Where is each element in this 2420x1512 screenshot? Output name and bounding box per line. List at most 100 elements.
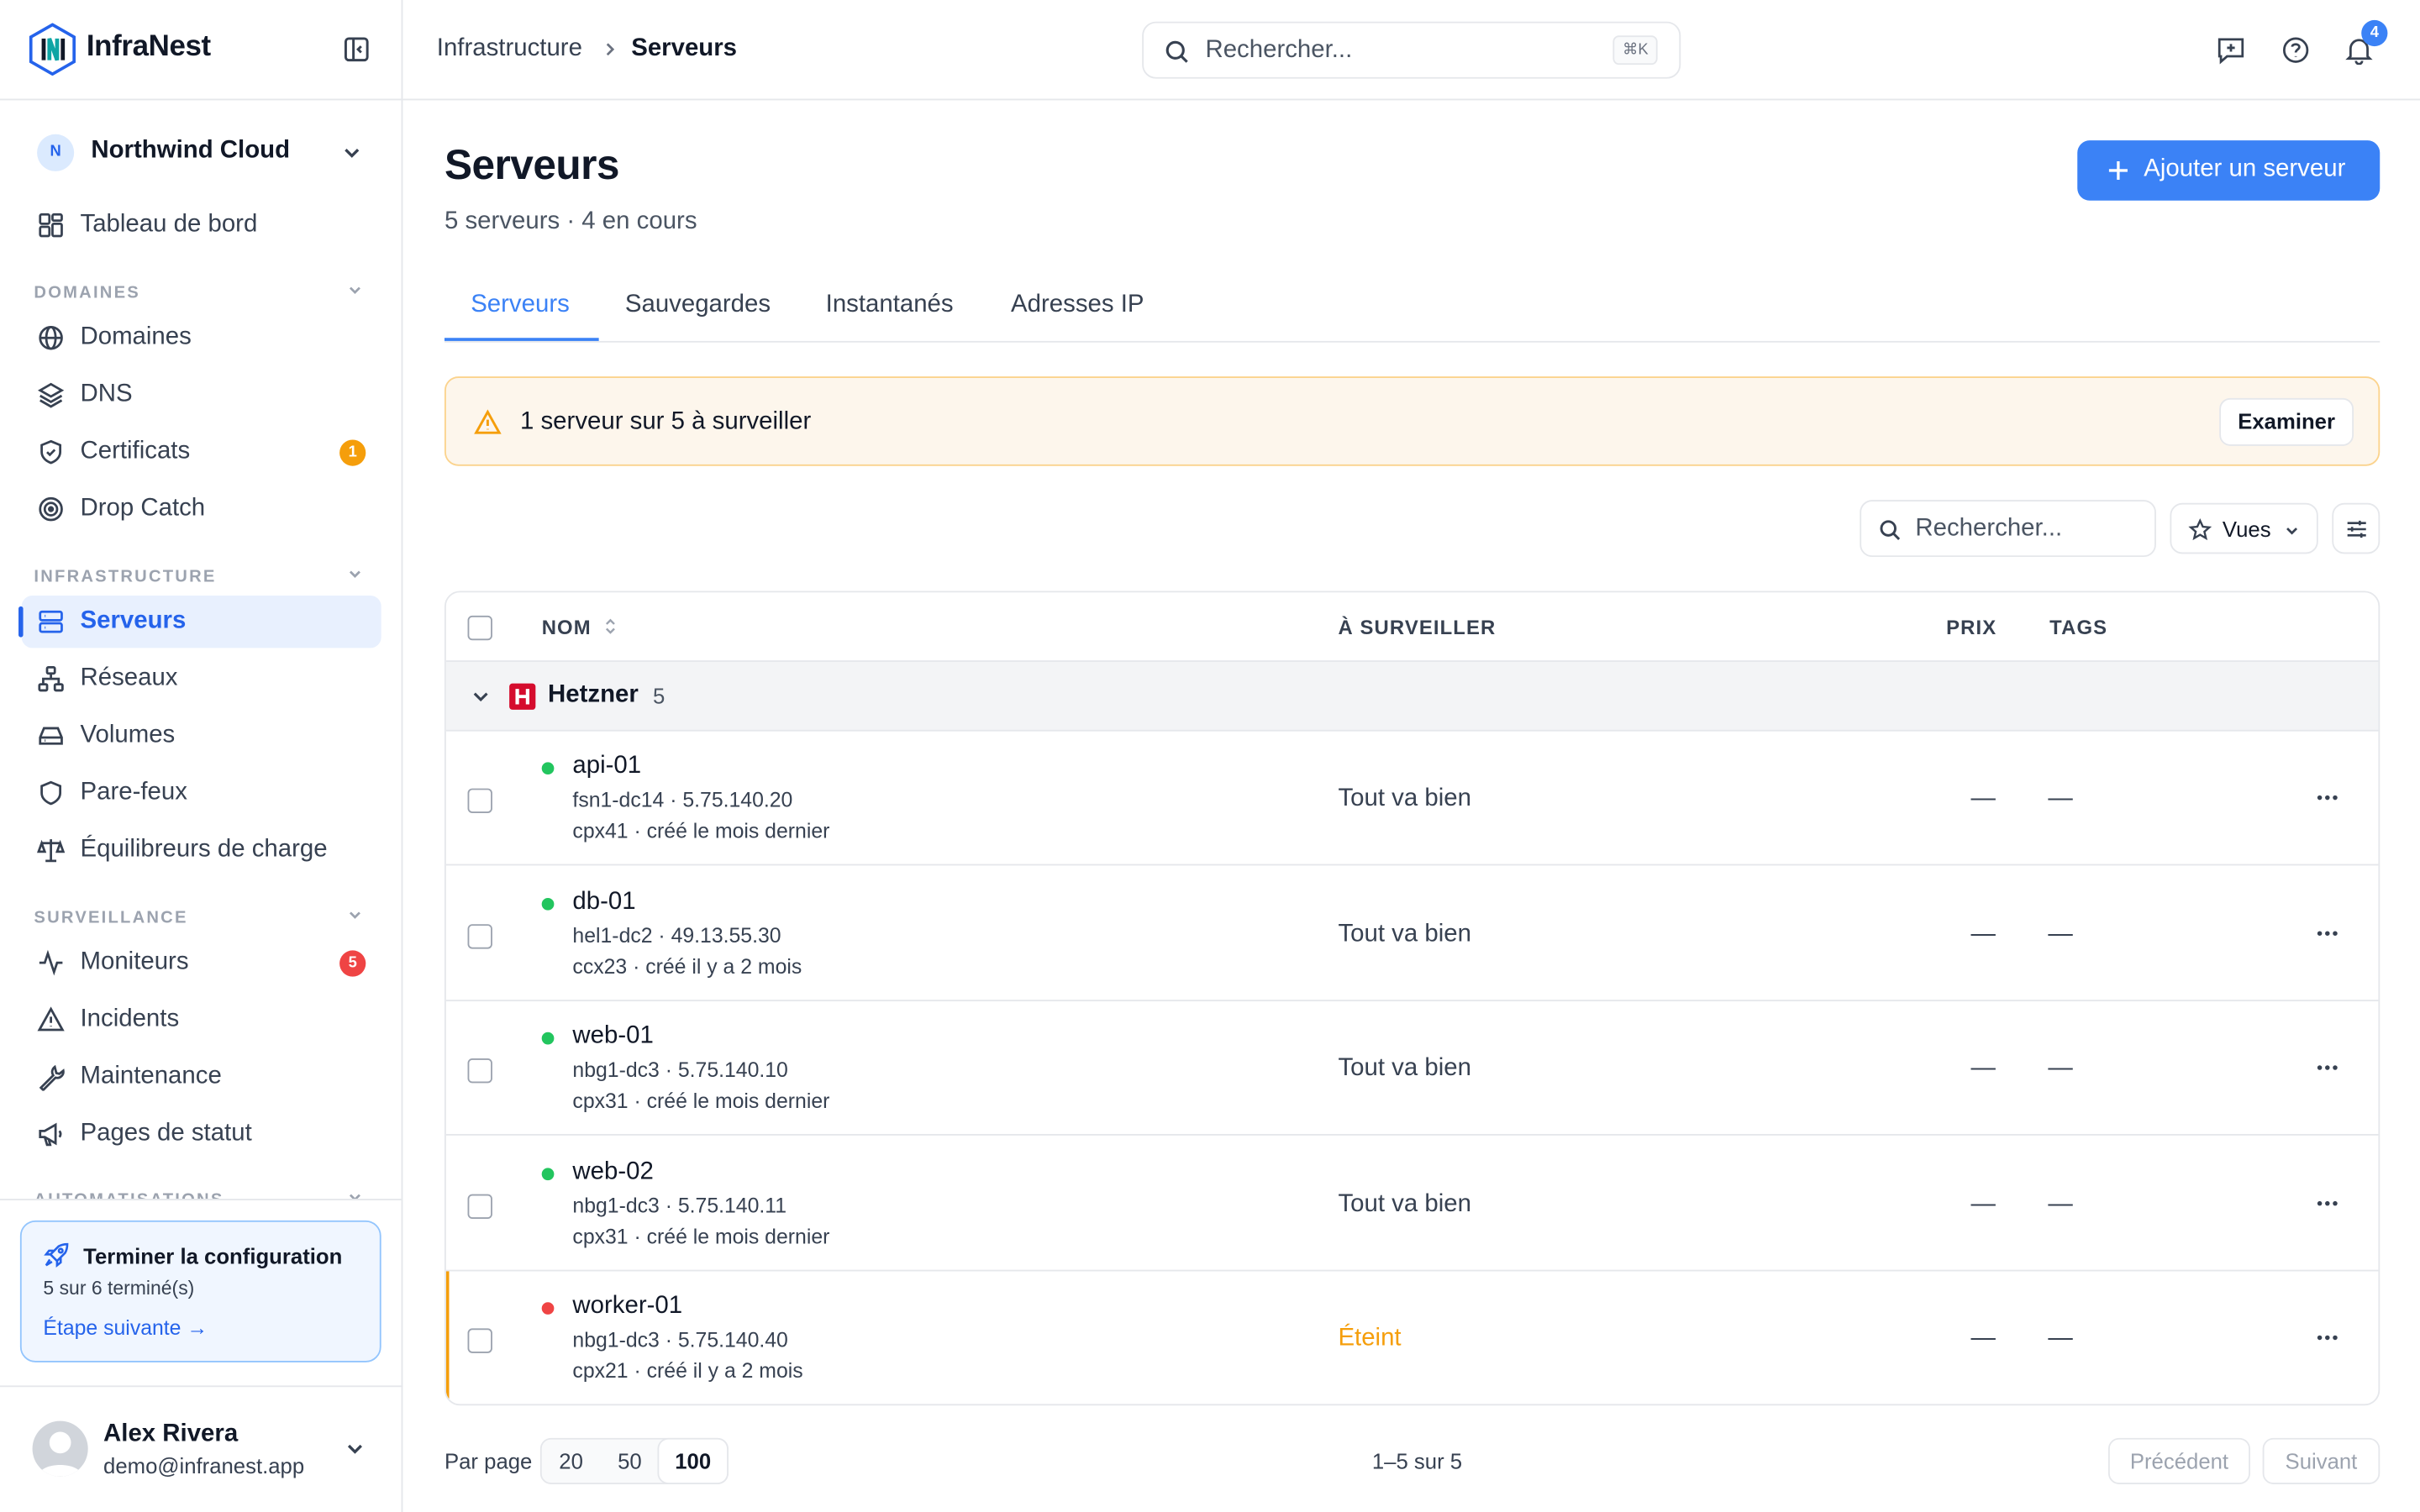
row-checkbox[interactable] [467, 1328, 492, 1353]
row-checkbox[interactable] [467, 923, 492, 948]
sidebar-item-domains[interactable]: Domaines [22, 312, 381, 364]
more-actions-icon[interactable] [2315, 785, 2339, 810]
table-row[interactable]: db-01 hel1-dc2 · 49.13.55.30 ccx23 · créé … [445, 866, 2379, 1001]
setup-title: Terminer la configuration [83, 1243, 343, 1268]
setup-progress: 5 sur 6 terminé(s) [43, 1277, 195, 1299]
sidebar-item-dashboard[interactable]: Tableau de bord [22, 199, 381, 251]
server-location: nbg1-dc3 · 5.75.140.11 [572, 1193, 787, 1217]
sidebar-divider [0, 1199, 402, 1200]
more-actions-icon[interactable] [2315, 1326, 2339, 1350]
section-infrastructure[interactable]: INFRASTRUCTURE [34, 562, 370, 586]
table-header: NOM À SURVEILLER PRIX TAGS [445, 592, 2379, 662]
chevron-down-icon [349, 911, 360, 919]
sidebar-item-dns[interactable]: DNS [22, 369, 381, 421]
scale-icon [37, 839, 66, 863]
per-page-option-50[interactable]: 50 [600, 1440, 659, 1483]
review-button[interactable]: Examiner [2219, 397, 2354, 446]
server-name[interactable]: web-02 [572, 1158, 653, 1185]
server-name[interactable]: worker-01 [572, 1293, 682, 1320]
sidebar-item-status-pages[interactable]: Pages de statut [22, 1108, 381, 1160]
section-domains[interactable]: DOMAINES [34, 278, 370, 302]
chevron-down-icon [473, 692, 488, 702]
shield-icon [40, 780, 62, 806]
warning-banner: 1 serveur sur 5 à surveiller Examiner [444, 376, 2381, 466]
table-row[interactable]: api-01 fsn1-dc14 · 5.75.140.20 cpx41 · cré… [445, 732, 2379, 866]
per-page-option-20[interactable]: 20 [542, 1440, 601, 1483]
tab-backups[interactable]: Sauvegardes [625, 291, 771, 319]
tab-ip-addresses[interactable]: Adresses IP [1011, 291, 1144, 319]
infranest-logo-icon [29, 23, 76, 76]
setup-next-link[interactable]: Étape suivante → [43, 1316, 208, 1340]
sidebar-item-label: Volumes [80, 722, 176, 748]
sidebar-item-maintenance[interactable]: Maintenance [22, 1051, 381, 1103]
network-icon [38, 666, 64, 692]
server-location: nbg1-dc3 · 5.75.140.10 [572, 1058, 788, 1082]
group-name: Hetzner [548, 681, 639, 709]
table-row[interactable]: web-01 nbg1-dc3 · 5.75.140.10 cpx31 · créé… [445, 1001, 2379, 1136]
sidebar-item-firewalls[interactable]: Pare-feux [22, 767, 381, 819]
table-row[interactable]: web-02 nbg1-dc3 · 5.75.140.11 cpx31 · créé… [445, 1137, 2379, 1271]
sidebar-item-incidents[interactable]: Incidents [22, 994, 381, 1046]
more-actions-icon[interactable] [2315, 921, 2339, 945]
server-price: — [1970, 920, 1996, 947]
sidebar-item-label: Pare-feux [80, 779, 187, 806]
sidebar-item-label: Équilibreurs de charge [80, 836, 328, 863]
sort-icon[interactable] [602, 617, 618, 636]
tab-servers[interactable]: Serveurs [471, 291, 570, 319]
row-checkbox[interactable] [467, 788, 492, 813]
server-location: hel1-dc2 · 49.13.55.30 [572, 923, 781, 947]
pagination-range: 1–5 sur 5 [1371, 1448, 1463, 1474]
previous-page-button[interactable]: Précédent [2107, 1437, 2250, 1484]
global-search-input[interactable]: Rechercher... ⌘K [1142, 21, 1681, 79]
next-page-button[interactable]: Suivant [2262, 1437, 2381, 1484]
per-page-option-100[interactable]: 100 [659, 1439, 728, 1483]
group-row-hetzner[interactable]: Hetzner 5 [445, 661, 2379, 732]
add-server-button[interactable]: Ajouter un serveur [2077, 140, 2381, 201]
add-server-label: Ajouter un serveur [2144, 155, 2346, 182]
server-name[interactable]: web-01 [572, 1023, 653, 1051]
sidebar-item-load-balancers[interactable]: Équilibreurs de charge [22, 824, 381, 876]
select-all-checkbox[interactable] [467, 615, 492, 641]
app: InfraNest N Northwind Cloud Tableau de b… [0, 0, 2420, 1512]
sidebar-item-certificates[interactable]: Certificats 1 [22, 426, 381, 478]
user-menu[interactable]: Alex Rivera demo@infranest.app [0, 1385, 403, 1512]
feedback-icon[interactable] [2217, 35, 2246, 65]
server-watch-status: Tout va bien [1338, 1190, 1471, 1217]
sidebar-item-networks[interactable]: Réseaux [22, 653, 381, 705]
column-name[interactable]: NOM [542, 616, 592, 639]
table-row[interactable]: worker-01 nbg1-dc3 · 5.75.140.40 cpx21 · c… [445, 1271, 2379, 1404]
row-checkbox[interactable] [467, 1193, 492, 1219]
sidebar-item-servers[interactable]: Serveurs [18, 595, 381, 648]
tab-snapshots[interactable]: Instantanés [826, 291, 954, 319]
sidebar-item-label: Réseaux [80, 664, 178, 691]
layers-icon [37, 382, 65, 408]
row-checkbox[interactable] [467, 1058, 492, 1084]
server-meta: ccx23 · créé il y a 2 mois [572, 954, 802, 978]
alert-triangle-icon [37, 1006, 65, 1032]
active-tab-indicator [444, 338, 599, 341]
section-monitoring[interactable]: SURVEILLANCE [34, 902, 370, 927]
monitors-badge: 5 [339, 950, 366, 977]
server-watch-status: Éteint [1338, 1325, 1402, 1352]
server-name[interactable]: db-01 [572, 888, 635, 916]
breadcrumb-parent[interactable]: Infrastructure [437, 35, 582, 63]
server-tags: — [2048, 920, 2073, 947]
org-switcher[interactable]: N Northwind Cloud [22, 123, 381, 182]
sidebar-item-monitors[interactable]: Moniteurs 5 [22, 937, 381, 989]
sidebar-item-volumes[interactable]: Volumes [22, 710, 381, 762]
column-settings-button[interactable] [2332, 502, 2381, 554]
status-dot [541, 1302, 555, 1315]
hetzner-logo-icon [509, 683, 536, 710]
section-automation[interactable]: AUTOMATISATIONS [34, 1185, 370, 1200]
table-search-input[interactable]: Rechercher... [1860, 500, 2156, 558]
views-dropdown[interactable]: Vues [2170, 502, 2318, 554]
help-icon[interactable] [2281, 35, 2311, 65]
section-title: AUTOMATISATIONS [34, 1191, 224, 1199]
more-actions-icon[interactable] [2315, 1055, 2339, 1079]
sidebar-item-drop-catch[interactable]: Drop Catch [22, 483, 381, 535]
more-actions-icon[interactable] [2315, 1190, 2339, 1215]
collapse-sidebar-icon[interactable] [343, 35, 371, 63]
server-name[interactable]: api-01 [572, 753, 641, 780]
chevron-down-icon [349, 1194, 360, 1200]
sidebar-item-label: Moniteurs [80, 948, 189, 975]
